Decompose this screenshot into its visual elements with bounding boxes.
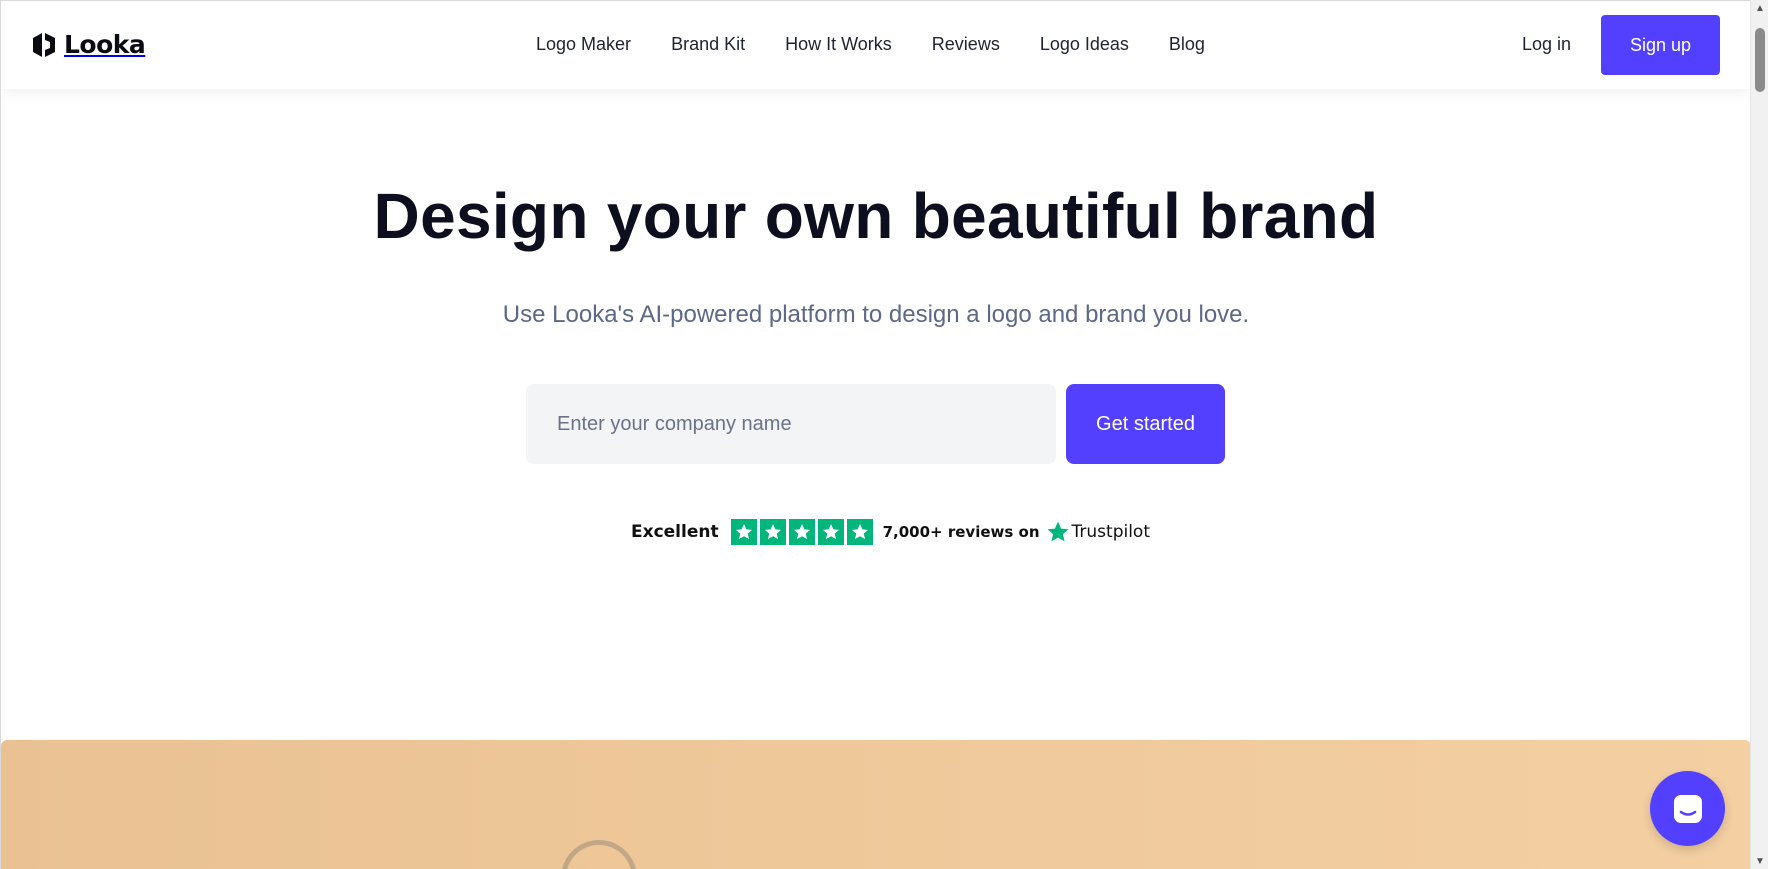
star-icon xyxy=(788,519,815,545)
hero-title: Design your own beautiful brand xyxy=(373,180,1379,252)
trustpilot-widget[interactable]: Excellent 7,000+ reviews on Trustpilot xyxy=(631,518,1150,546)
nav-reviews[interactable]: Reviews xyxy=(932,34,1000,55)
get-started-button[interactable]: Get started xyxy=(1066,384,1225,464)
star-icon xyxy=(846,519,873,545)
trustpilot-brand: Trustpilot xyxy=(1071,522,1150,542)
company-name-input[interactable] xyxy=(526,384,1056,464)
trustpilot-rating-word: Excellent xyxy=(631,522,719,542)
nav-brand-kit[interactable]: Brand Kit xyxy=(671,34,745,55)
star-icon xyxy=(759,519,786,545)
chat-launcher-button[interactable] xyxy=(1650,771,1725,846)
star-icon xyxy=(730,519,757,545)
brand-logo[interactable]: Looka xyxy=(30,30,146,59)
vertical-scrollbar[interactable]: ▲ ▼ xyxy=(1750,0,1768,869)
nav-logo-ideas[interactable]: Logo Ideas xyxy=(1040,34,1129,55)
star-icon xyxy=(817,519,844,545)
hero-image xyxy=(1,740,1750,869)
nav-how-it-works[interactable]: How It Works xyxy=(785,34,892,55)
chat-icon xyxy=(1673,794,1702,823)
looka-logo-icon xyxy=(33,32,55,57)
chevron-down-icon[interactable]: ▼ xyxy=(1751,853,1768,869)
trustpilot-stars xyxy=(730,519,873,545)
trustpilot-review-count: 7,000+ reviews on xyxy=(882,523,1040,541)
page: Looka Logo Maker Brand Kit How It Works … xyxy=(0,0,1750,869)
signup-button[interactable]: Sign up xyxy=(1601,15,1720,75)
main-nav: Logo Maker Brand Kit How It Works Review… xyxy=(536,34,1245,55)
nav-blog[interactable]: Blog xyxy=(1169,34,1205,55)
chevron-up-icon[interactable]: ▲ xyxy=(1751,0,1768,16)
trustpilot-star-icon xyxy=(1047,521,1069,542)
nav-logo-maker[interactable]: Logo Maker xyxy=(536,34,631,55)
login-link[interactable]: Log in xyxy=(1522,34,1571,55)
hero-image-object xyxy=(561,840,637,869)
company-name-form: Get started xyxy=(526,384,1226,464)
hero-subtitle: Use Looka's AI-powered platform to desig… xyxy=(502,301,1250,328)
scrollbar-thumb[interactable] xyxy=(1755,28,1765,92)
site-header: Looka Logo Maker Brand Kit How It Works … xyxy=(1,1,1750,89)
brand-name: Looka xyxy=(64,30,146,59)
